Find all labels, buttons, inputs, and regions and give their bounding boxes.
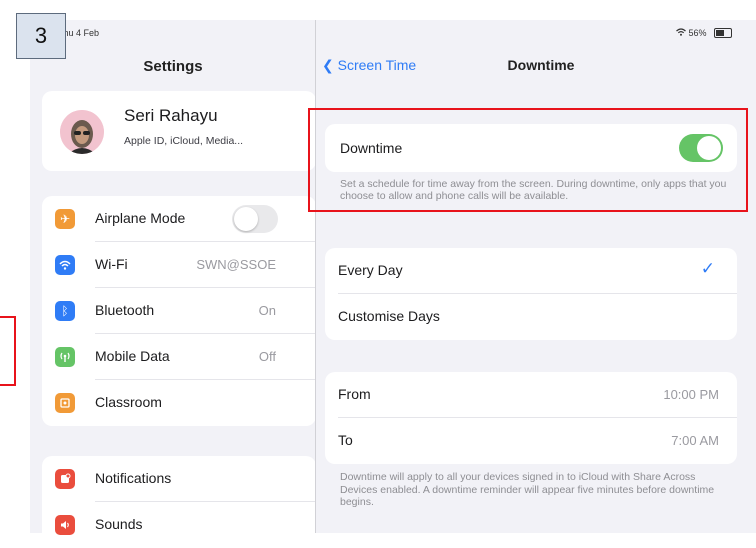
airplane-icon: ✈	[55, 209, 75, 229]
to-time-row[interactable]: To 7:00 AM	[325, 418, 737, 464]
notifications-icon	[55, 469, 75, 489]
page-title: Downtime	[507, 57, 575, 73]
sidebar-item-bluetooth[interactable]: ᛒ Bluetooth On	[42, 288, 316, 334]
sidebar-item-wifi[interactable]: Wi-Fi SWN@SSOE	[42, 242, 316, 288]
bluetooth-icon: ᛒ	[55, 301, 75, 321]
mobile-data-value: Off	[258, 349, 276, 364]
option-customise-days[interactable]: Customise Days	[325, 294, 737, 340]
from-time-value: 10:00 PM	[663, 387, 719, 402]
antenna-icon	[55, 347, 75, 367]
airplane-mode-toggle[interactable]	[232, 205, 278, 233]
settings-group-connectivity: ✈ Airplane Mode Wi-Fi SWN@SSOE ᛒ Bluetoo…	[42, 196, 316, 426]
sidebar-item-label: Notifications	[95, 470, 172, 486]
to-label: To	[338, 432, 353, 448]
sidebar-item-sounds[interactable]: Sounds	[42, 502, 316, 548]
wifi-battery-status: 56%	[676, 28, 707, 38]
battery-percent: 56%	[688, 28, 707, 38]
battery-icon	[714, 28, 732, 38]
checkmark-icon: ✓	[700, 259, 715, 278]
sidebar-item-label: Airplane Mode	[95, 210, 186, 226]
downtime-footer-note: Downtime will apply to all your devices …	[340, 471, 715, 508]
schedule-times: From 10:00 PM To 7:00 AM	[325, 372, 737, 464]
sidebar-item-notifications[interactable]: Notifications	[42, 456, 316, 502]
sidebar-item-label: Mobile Data	[95, 348, 170, 364]
sidebar-item-label: Classroom	[95, 394, 162, 410]
sidebar-item-classroom[interactable]: Classroom	[42, 380, 316, 426]
schedule-options: Every Day ✓ Customise Days	[325, 248, 737, 340]
wifi-status-icon	[676, 28, 689, 38]
bluetooth-value: On	[258, 303, 276, 318]
option-label: Every Day	[338, 262, 403, 278]
option-every-day[interactable]: Every Day ✓	[325, 248, 737, 294]
sidebar-item-label: Bluetooth	[95, 302, 155, 318]
downtime-description: Set a schedule for time away from the sc…	[340, 178, 727, 202]
left-margin	[0, 0, 30, 533]
sidebar-title: Settings	[143, 58, 203, 75]
pane-divider	[315, 20, 316, 533]
wifi-icon	[55, 255, 75, 275]
avatar	[60, 110, 104, 154]
sidebar-item-label: Wi-Fi	[95, 256, 128, 272]
profile-subtitle: Apple ID, iCloud, Media...	[124, 135, 244, 147]
profile-name: Seri Rahayu	[124, 106, 218, 125]
sidebar-item-mobile-data[interactable]: Mobile Data Off	[42, 334, 316, 380]
sidebar-item-label: Sounds	[95, 516, 143, 532]
highlight-box-partial	[0, 316, 16, 386]
sidebar-item-airplane-mode[interactable]: ✈ Airplane Mode	[42, 196, 316, 242]
classroom-icon	[55, 393, 75, 413]
step-number-badge: 3	[16, 13, 66, 59]
to-time-value: 7:00 AM	[671, 433, 719, 448]
option-label: Customise Days	[338, 308, 440, 324]
from-time-row[interactable]: From 10:00 PM	[325, 372, 737, 418]
speaker-icon	[55, 515, 75, 535]
profile-card[interactable]: Seri Rahayu Apple ID, iCloud, Media...	[42, 91, 316, 171]
wifi-network-value: SWN@SSOE	[196, 257, 276, 272]
from-label: From	[338, 386, 371, 402]
